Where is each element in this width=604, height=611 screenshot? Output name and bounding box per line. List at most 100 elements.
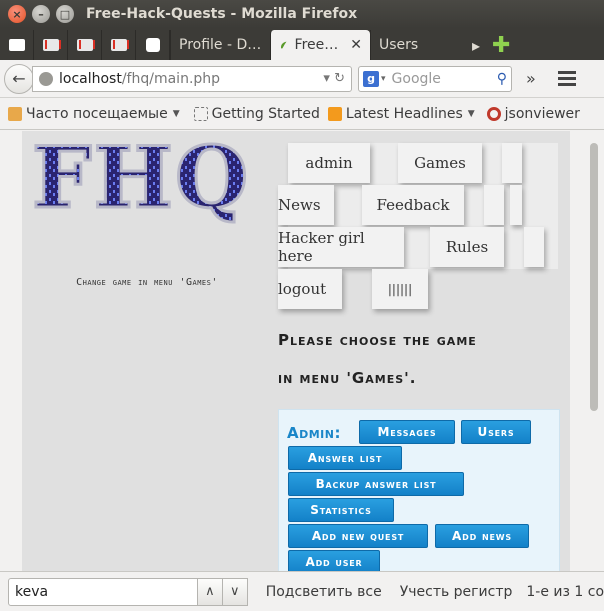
globe-icon: [39, 71, 53, 86]
match-case-toggle[interactable]: Учесть регистр: [400, 584, 513, 600]
find-next-button[interactable]: ∨: [221, 577, 248, 606]
pinned-tab-mail[interactable]: [0, 30, 34, 60]
find-result-status: 1-е из 1 со: [526, 583, 604, 600]
bookmark-label: jsonviewer: [504, 105, 580, 122]
dropdown-arrow-icon[interactable]: ▾: [323, 71, 330, 86]
rss-folder-icon: [8, 106, 22, 121]
add-new-quest-button[interactable]: Add new quest: [288, 524, 428, 548]
menu-bars[interactable]: ||||||: [372, 269, 428, 309]
admin-label: Admin:: [287, 424, 341, 442]
hamburger-menu-icon[interactable]: [557, 68, 576, 89]
scrollbar-thumb[interactable]: [590, 143, 598, 411]
backup-answer-list-button[interactable]: Backup answer list: [288, 472, 464, 496]
menu-feedback[interactable]: Feedback: [362, 185, 464, 225]
chevron-down-icon: ∨: [229, 584, 240, 599]
url-bar[interactable]: localhost/fhq/main.php ▾ ↻: [32, 65, 352, 92]
menu-decor-1: [502, 143, 522, 183]
reload-icon[interactable]: ↻: [334, 71, 345, 86]
notice-line-2: in menu 'Games'.: [278, 369, 417, 387]
answer-list-button[interactable]: Answer list: [288, 446, 402, 470]
bookmark-label: Latest Headlines: [345, 105, 463, 122]
jsonviewer-icon: [486, 106, 501, 121]
window-title: Free-Hack-Quests - Mozilla Firefox: [86, 6, 358, 22]
menu-decor-3: [510, 185, 522, 225]
navigation-bar: ← localhost/fhq/main.php ▾ ↻ g ▾ Google …: [0, 60, 604, 98]
bookmark-label: Часто посещаемые: [26, 105, 168, 122]
chevron-up-icon: ∧: [205, 584, 215, 599]
menu-logout[interactable]: logout: [278, 269, 342, 309]
bookmark-jsonviewer[interactable]: jsonviewer: [486, 105, 580, 122]
bookmark-most-visited[interactable]: Часто посещаемые ▼: [8, 106, 180, 122]
vertical-scrollbar[interactable]: [584, 131, 604, 571]
users-button[interactable]: Users: [461, 420, 531, 444]
find-input[interactable]: keva: [8, 577, 198, 606]
play-icon: [145, 38, 160, 52]
menu-decor-4: [524, 227, 544, 267]
gmail-icon: [42, 39, 61, 51]
window-maximize-button[interactable]: □: [56, 5, 74, 23]
pinned-tab-gmail-2[interactable]: [68, 30, 102, 60]
pinned-tab-play[interactable]: [136, 30, 170, 60]
logo-message: Change game in menu 'Games': [76, 277, 218, 288]
page-icon: [193, 106, 208, 121]
menu-news[interactable]: News: [278, 185, 334, 225]
rss-icon: [327, 106, 342, 121]
chevron-down-icon: ▼: [172, 108, 180, 119]
menu-games[interactable]: Games: [398, 143, 482, 183]
gmail-icon: [76, 39, 95, 51]
chevron-down-icon: ▼: [467, 108, 475, 119]
window-titlebar: × – □ Free-Hack-Quests - Mozilla Firefox: [0, 0, 604, 28]
messages-button[interactable]: Messages: [359, 420, 455, 444]
window-minimize-button[interactable]: –: [32, 5, 50, 23]
tab-label: Users: [379, 37, 419, 53]
tab-close-icon[interactable]: ✕: [350, 37, 362, 53]
highlight-all-toggle[interactable]: Подсветить все: [266, 584, 382, 600]
google-icon: g: [363, 70, 379, 87]
game-notice: Please choose the game in menu 'Games'.: [278, 321, 558, 397]
window-close-button[interactable]: ×: [8, 5, 26, 23]
search-icon[interactable]: ⚲: [497, 71, 507, 87]
admin-panel: Admin: Messages Users Answer list Backup…: [278, 409, 560, 571]
fhq-logo: FHQ: [32, 133, 250, 229]
pinned-tab-gmail-1[interactable]: [34, 30, 68, 60]
menu-rules[interactable]: Rules: [430, 227, 504, 267]
bookmark-label: Getting Started: [211, 105, 320, 122]
menu-decor-2: [484, 185, 504, 225]
find-previous-button[interactable]: ∧: [196, 577, 223, 606]
fhq-favicon-icon: [280, 41, 287, 49]
add-news-button[interactable]: Add news: [435, 524, 529, 548]
back-button[interactable]: ←: [4, 63, 34, 94]
bookmarks-toolbar: Часто посещаемые ▼ Getting Started Lates…: [0, 98, 604, 130]
logo-text: FHQ: [32, 133, 250, 227]
tab-profile[interactable]: Profile - D…: [170, 30, 270, 60]
page-viewport: FHQ Change game in menu 'Games' admin Ga…: [0, 131, 604, 571]
find-query: keva: [15, 583, 49, 600]
mail-icon: [8, 39, 25, 51]
overflow-chevron-icon[interactable]: »: [526, 69, 536, 88]
search-engine-dropdown-icon[interactable]: ▾: [381, 74, 386, 84]
tab-strip: Profile - D… Free… ✕ Users ▸ ✚: [0, 28, 604, 60]
new-tab-plus-icon[interactable]: ✚: [486, 30, 516, 60]
statistics-button[interactable]: Statistics: [288, 498, 394, 522]
tab-label: Free…: [294, 37, 339, 53]
tab-scroll-icon[interactable]: ▸: [466, 30, 486, 60]
search-bar[interactable]: g ▾ Google ⚲: [358, 65, 512, 92]
url-host: localhost: [59, 70, 122, 87]
add-user-button[interactable]: Add user: [288, 550, 380, 571]
find-bar: keva ∧ ∨ Подсветить все Учесть регистр 1…: [0, 571, 604, 611]
fhq-page: FHQ Change game in menu 'Games' admin Ga…: [22, 131, 570, 571]
bookmark-getting-started[interactable]: Getting Started: [193, 105, 320, 122]
back-arrow-icon: ←: [12, 69, 26, 88]
tab-label: Profile - D…: [179, 37, 262, 53]
url-path: /fhq/main.php: [121, 70, 221, 87]
bookmark-latest-headlines[interactable]: Latest Headlines ▼: [327, 105, 475, 122]
url-tools: ▾ ↻: [323, 71, 351, 86]
search-placeholder: Google: [391, 70, 441, 87]
tab-users[interactable]: Users: [370, 30, 466, 60]
menu-hacker-girl[interactable]: Hacker girl here: [278, 227, 404, 267]
notice-line-1: Please choose the game: [278, 331, 477, 349]
pinned-tab-gmail-3[interactable]: [102, 30, 136, 60]
tab-fhq[interactable]: Free… ✕: [270, 30, 370, 60]
gmail-icon: [110, 39, 129, 51]
menu-admin[interactable]: admin: [288, 143, 370, 183]
